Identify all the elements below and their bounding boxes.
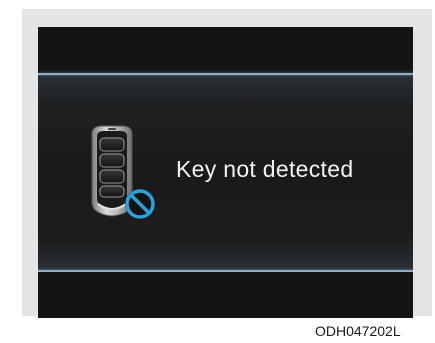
top-accent-line <box>38 73 413 75</box>
prohibited-icon <box>125 189 155 219</box>
cluster-display: Key not detected <box>38 27 413 318</box>
smart-key-icon <box>91 125 155 219</box>
display-bottom-band <box>38 272 413 318</box>
smart-key-prohibited-icon <box>78 124 164 224</box>
key-not-detected-message: Key not detected <box>176 156 354 182</box>
figure-frame: Key not detected ODH047202L <box>0 0 435 343</box>
figure-reference-code: ODH047202L <box>315 323 401 339</box>
display-top-band <box>38 27 413 73</box>
